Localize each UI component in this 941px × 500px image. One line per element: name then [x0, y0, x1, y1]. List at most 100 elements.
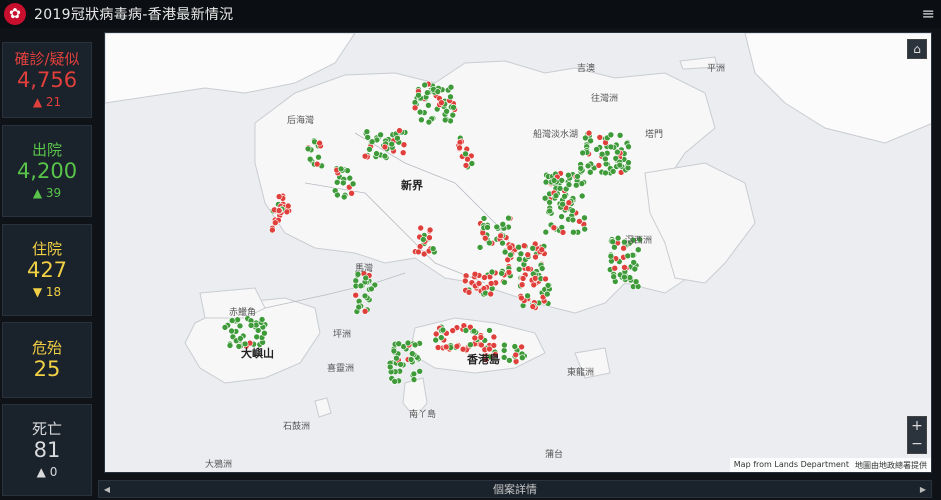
- case-marker[interactable]: [226, 342, 234, 349]
- case-marker[interactable]: [362, 274, 370, 282]
- case-marker[interactable]: [611, 243, 618, 251]
- case-marker[interactable]: [355, 303, 362, 311]
- case-marker[interactable]: [357, 282, 365, 290]
- case-marker[interactable]: [459, 345, 467, 353]
- case-marker[interactable]: [447, 117, 454, 125]
- case-marker[interactable]: [607, 131, 615, 139]
- case-marker[interactable]: [578, 180, 586, 187]
- case-marker[interactable]: [524, 265, 532, 272]
- case-marker[interactable]: [552, 192, 560, 199]
- case-marker[interactable]: [596, 134, 604, 141]
- case-marker[interactable]: [361, 152, 369, 160]
- case-marker[interactable]: [346, 174, 354, 182]
- case-marker[interactable]: [361, 292, 369, 300]
- case-marker[interactable]: [480, 215, 488, 222]
- case-marker[interactable]: [432, 336, 440, 344]
- case-marker[interactable]: [340, 193, 348, 201]
- case-marker[interactable]: [543, 290, 551, 298]
- case-marker[interactable]: [506, 357, 513, 364]
- case-marker[interactable]: [609, 238, 617, 245]
- case-marker[interactable]: [569, 207, 576, 214]
- case-marker[interactable]: [404, 339, 412, 347]
- case-marker[interactable]: [415, 248, 422, 256]
- case-marker[interactable]: [515, 243, 522, 251]
- case-marker[interactable]: [453, 342, 461, 350]
- case-marker[interactable]: [517, 250, 525, 258]
- case-marker[interactable]: [544, 282, 552, 289]
- case-marker[interactable]: [465, 288, 473, 296]
- case-marker[interactable]: [434, 344, 442, 351]
- case-marker[interactable]: [462, 327, 470, 334]
- case-marker[interactable]: [434, 88, 442, 95]
- case-marker[interactable]: [417, 224, 425, 232]
- case-marker[interactable]: [550, 177, 558, 184]
- case-marker[interactable]: [395, 340, 403, 348]
- case-marker[interactable]: [519, 275, 527, 282]
- case-marker[interactable]: [334, 191, 341, 199]
- case-marker[interactable]: [501, 279, 508, 286]
- case-marker[interactable]: [408, 350, 416, 357]
- case-marker[interactable]: [586, 168, 594, 176]
- case-marker[interactable]: [602, 155, 609, 163]
- case-marker[interactable]: [587, 137, 594, 145]
- case-marker[interactable]: [538, 265, 546, 272]
- case-marker[interactable]: [616, 132, 624, 139]
- case-marker[interactable]: [429, 245, 437, 252]
- zoom-out-button[interactable]: −: [908, 435, 926, 453]
- case-marker[interactable]: [333, 179, 341, 186]
- case-marker[interactable]: [426, 226, 434, 234]
- case-marker[interactable]: [438, 99, 445, 106]
- case-marker[interactable]: [443, 108, 450, 115]
- case-marker[interactable]: [442, 343, 450, 351]
- case-marker[interactable]: [609, 168, 617, 175]
- case-marker[interactable]: [449, 327, 457, 334]
- case-marker[interactable]: [488, 268, 496, 276]
- case-marker[interactable]: [602, 169, 609, 177]
- case-marker[interactable]: [481, 274, 488, 281]
- case-marker[interactable]: [529, 245, 537, 252]
- case-marker[interactable]: [470, 327, 478, 335]
- case-marker[interactable]: [237, 335, 244, 342]
- case-marker[interactable]: [418, 116, 425, 124]
- case-marker[interactable]: [247, 322, 255, 329]
- case-marker[interactable]: [497, 232, 504, 240]
- case-marker[interactable]: [577, 165, 585, 172]
- case-marker[interactable]: [456, 139, 464, 146]
- case-marker[interactable]: [498, 270, 505, 277]
- case-marker[interactable]: [421, 81, 429, 89]
- case-marker[interactable]: [584, 162, 592, 170]
- case-marker[interactable]: [515, 255, 523, 263]
- case-marker[interactable]: [556, 185, 564, 192]
- case-marker[interactable]: [415, 91, 422, 99]
- case-marker[interactable]: [275, 207, 283, 214]
- case-marker[interactable]: [585, 129, 593, 137]
- case-marker[interactable]: [538, 246, 546, 253]
- case-marker[interactable]: [349, 180, 357, 188]
- case-marker[interactable]: [363, 128, 371, 135]
- case-marker[interactable]: [313, 160, 321, 168]
- case-marker[interactable]: [607, 143, 615, 151]
- case-marker[interactable]: [410, 370, 418, 378]
- case-marker[interactable]: [524, 251, 532, 258]
- case-marker[interactable]: [581, 225, 589, 233]
- case-marker[interactable]: [462, 162, 470, 169]
- case-marker[interactable]: [399, 149, 407, 156]
- case-marker[interactable]: [381, 152, 389, 160]
- case-marker[interactable]: [610, 273, 618, 280]
- case-marker[interactable]: [625, 143, 632, 150]
- case-marker[interactable]: [624, 252, 632, 260]
- case-marker[interactable]: [507, 251, 514, 259]
- case-marker[interactable]: [390, 347, 398, 355]
- case-marker[interactable]: [515, 266, 523, 273]
- case-marker[interactable]: [348, 190, 355, 197]
- case-marker[interactable]: [432, 330, 440, 338]
- home-icon[interactable]: ⌂: [907, 39, 927, 59]
- case-marker[interactable]: [542, 228, 550, 236]
- case-marker[interactable]: [425, 102, 432, 109]
- case-marker[interactable]: [253, 333, 260, 341]
- scroll-left-button[interactable]: ◀: [99, 485, 115, 494]
- case-marker[interactable]: [593, 146, 600, 153]
- case-marker[interactable]: [620, 244, 627, 252]
- case-marker[interactable]: [518, 281, 526, 288]
- menu-icon[interactable]: ≡: [922, 4, 935, 23]
